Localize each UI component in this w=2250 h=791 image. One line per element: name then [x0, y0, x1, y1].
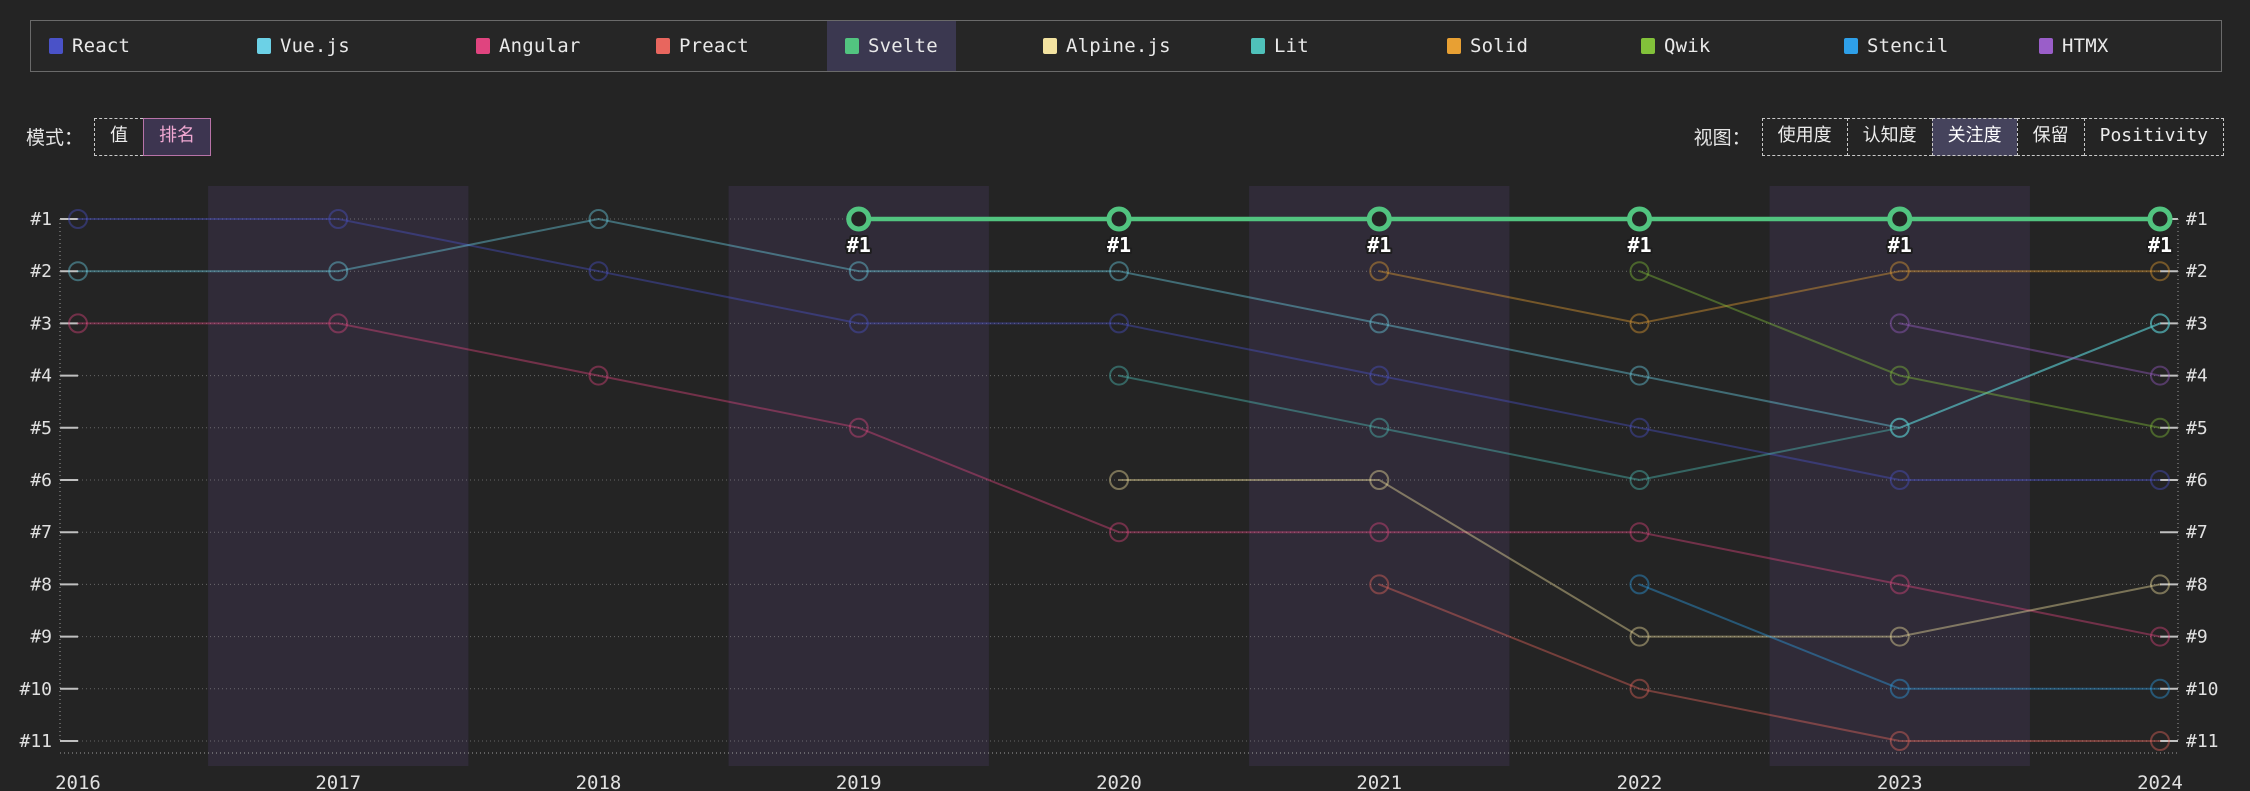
rank-line-chart: #1 #1 #2 #2 #3 #3 #4 #4 #5 #5 #6 #6 #7 #7 #8 #8 #9 #9 #10 #… — [0, 186, 2250, 791]
legend-swatch-icon — [1251, 38, 1265, 54]
legend-item-solid[interactable]: Solid — [1429, 21, 1546, 71]
y-axis-label-right: #3 — [2186, 313, 2208, 334]
legend-item-vue-js[interactable]: Vue.js — [239, 21, 368, 71]
legend-item-label: Alpine.js — [1066, 35, 1171, 57]
controls-row: 模式： 值排名 视图： 使用度 认知度 关注度 保留 Positivity — [0, 118, 2250, 164]
legend-swatch-icon — [656, 38, 670, 54]
y-axis-label-left: #11 — [19, 731, 52, 752]
y-axis-label-right: #10 — [2186, 679, 2219, 700]
mode-option-0[interactable]: 值 — [94, 118, 144, 156]
data-point-svelte[interactable] — [1106, 206, 1132, 232]
y-axis-label-left: #1 — [30, 209, 52, 230]
legend-item-lit[interactable]: Lit — [1233, 21, 1327, 71]
x-axis-label: 2019 — [836, 772, 882, 791]
data-point-svelte[interactable] — [2147, 206, 2173, 232]
legend-swatch-icon — [2039, 38, 2053, 54]
view-control-group: 视图： 使用度 认知度 关注度 保留 Positivity — [1694, 118, 2224, 156]
view-option-4[interactable]: Positivity — [2083, 118, 2224, 156]
rank-badge: #1 — [847, 233, 871, 257]
data-point-svelte[interactable] — [1887, 206, 1913, 232]
x-axis-label: 2020 — [1096, 772, 1142, 791]
y-axis-label-right: #2 — [2186, 261, 2208, 282]
legend-item-angular[interactable]: Angular — [458, 21, 598, 71]
rank-badge: #1 — [1107, 233, 1131, 257]
legend-item-label: Stencil — [1867, 35, 1949, 57]
y-axis-label-left: #6 — [30, 470, 52, 491]
x-axis-label: 2018 — [576, 772, 622, 791]
legend-item-label: HTMX — [2062, 35, 2109, 57]
data-point-svelte[interactable] — [846, 206, 872, 232]
rank-badge: #1 — [2148, 233, 2172, 257]
y-axis-label-left: #2 — [30, 261, 52, 282]
legend-swatch-icon — [1641, 38, 1655, 54]
view-label: 视图： — [1693, 127, 1751, 150]
legend-item-label: Preact — [679, 35, 749, 57]
mode-option-1[interactable]: 排名 — [143, 118, 212, 156]
x-axis-label: 2024 — [2137, 772, 2183, 791]
x-axis-label: 2023 — [1877, 772, 1923, 791]
legend-item-label: React — [72, 35, 131, 57]
legend-item-label: Svelte — [868, 35, 938, 57]
rank-badge: #1 — [1627, 233, 1651, 257]
y-axis-label-left: #10 — [19, 679, 52, 700]
mode-label: 模式： — [26, 127, 84, 150]
legend-item-label: Lit — [1274, 35, 1309, 57]
data-point-svelte[interactable] — [1366, 206, 1392, 232]
x-axis-label: 2017 — [315, 772, 361, 791]
y-axis-label-right: #5 — [2186, 418, 2208, 439]
rank-badge: #1 — [1367, 233, 1391, 257]
y-axis-label-right: #1 — [2186, 209, 2208, 230]
legend-item-react[interactable]: React — [31, 21, 148, 71]
year-bands — [208, 186, 2030, 766]
y-axis-label-left: #7 — [30, 522, 52, 543]
x-axis-label: 2021 — [1356, 772, 1402, 791]
y-axis-label-right: #9 — [2186, 627, 2208, 648]
view-option-1[interactable]: 认知度 — [1846, 118, 1932, 156]
view-option-2[interactable]: 关注度 — [1931, 118, 2017, 156]
legend-swatch-icon — [845, 38, 859, 54]
mode-control-group: 模式： 值排名 — [26, 118, 212, 156]
y-axis-label-right: #6 — [2186, 470, 2208, 491]
rank-badge: #1 — [1888, 233, 1912, 257]
legend-item-label: Solid — [1470, 35, 1529, 57]
mode-segmented-control[interactable]: 值排名 — [94, 118, 212, 156]
legend-swatch-icon — [257, 38, 271, 54]
y-axis-label-right: #11 — [2186, 731, 2219, 752]
y-axis-label-left: #4 — [30, 366, 52, 387]
year-band — [208, 186, 469, 766]
y-axis-label-right: #4 — [2186, 366, 2208, 387]
legend-item-preact[interactable]: Preact — [638, 21, 767, 71]
legend-swatch-icon — [1043, 38, 1057, 54]
view-option-3[interactable]: 保留 — [2016, 118, 2084, 156]
legend-item-qwik[interactable]: Qwik — [1623, 21, 1729, 71]
legend-swatch-icon — [1447, 38, 1461, 54]
y-axis-label-left: #8 — [30, 574, 52, 595]
year-band — [1249, 186, 1510, 766]
y-axis-label-right: #7 — [2186, 522, 2208, 543]
legend-item-stencil[interactable]: Stencil — [1826, 21, 1966, 71]
year-band — [728, 186, 989, 766]
y-axis-label-left: #5 — [30, 418, 52, 439]
x-axis-label: 2022 — [1617, 772, 1663, 791]
legend-item-label: Qwik — [1664, 35, 1711, 57]
legend-item-svelte[interactable]: Svelte — [827, 21, 956, 71]
view-segmented-control[interactable]: 使用度 认知度 关注度 保留 Positivity — [1761, 118, 2224, 156]
legend-item-label: Vue.js — [280, 35, 350, 57]
legend-item-htmx[interactable]: HTMX — [2021, 21, 2127, 71]
chart-canvas: #1 #1 #2 #2 #3 #3 #4 #4 #5 #5 #6 #6 #7 #7 #8 #8 #9 #9 #10 #… — [19, 186, 2219, 791]
y-axis-label-left: #9 — [30, 627, 52, 648]
y-axis-label-left: #3 — [30, 313, 52, 334]
legend-swatch-icon — [476, 38, 490, 54]
legend-item-label: Angular — [499, 35, 581, 57]
legend-swatch-icon — [1844, 38, 1858, 54]
y-axis-label-right: #8 — [2186, 574, 2208, 595]
x-axis-label: 2016 — [55, 772, 101, 791]
data-point-svelte[interactable] — [1627, 206, 1652, 232]
view-option-0[interactable]: 使用度 — [1761, 118, 1847, 156]
legend-item-alpine-js[interactable]: Alpine.js — [1025, 21, 1189, 71]
legend-swatch-icon — [49, 38, 63, 54]
series-legend: React Vue.js Angular Preact Svelte Alpine.js L… — [30, 20, 2222, 72]
